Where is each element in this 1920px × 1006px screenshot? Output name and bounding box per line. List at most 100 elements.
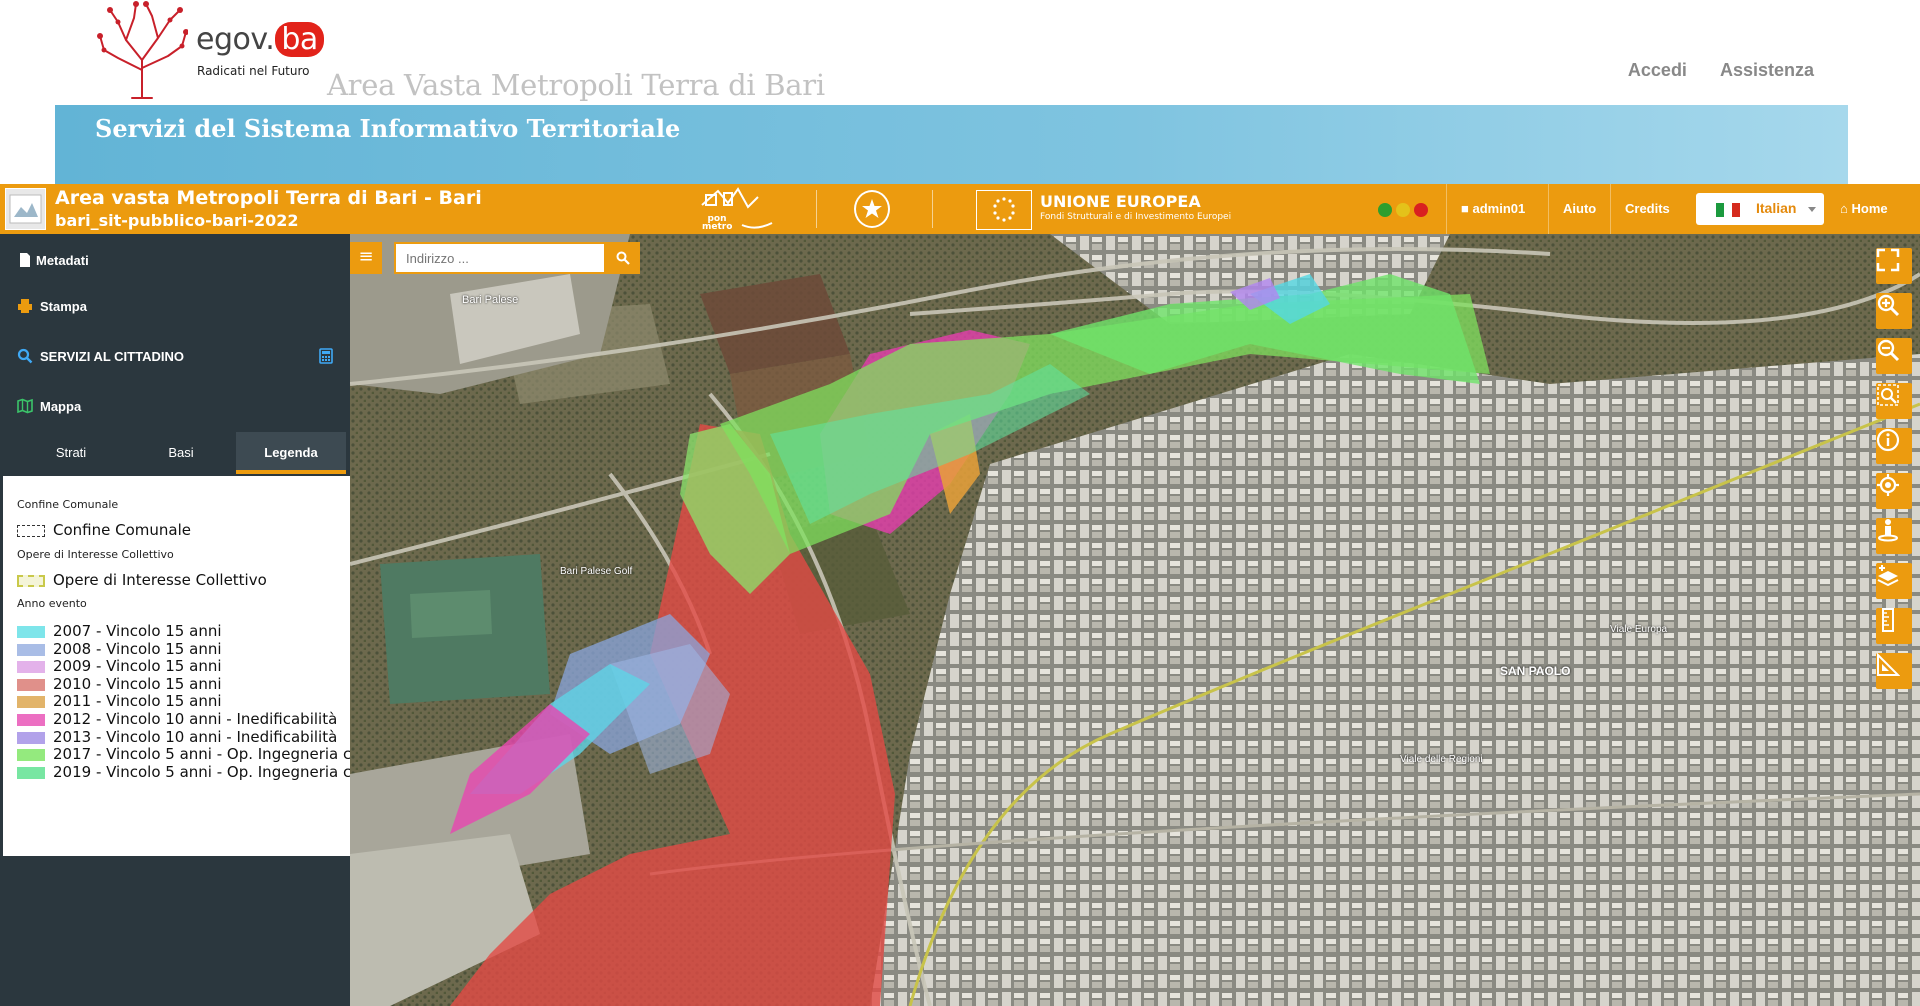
info-button[interactable]: [1876, 428, 1912, 464]
map-label-viale-europa: Viale Europa: [1610, 624, 1668, 635]
panel-tabs: Strati Basi Legenda: [0, 432, 350, 474]
legend-swatch: [17, 731, 45, 744]
legend-swatch: [17, 661, 45, 674]
sidebar-item-metadata[interactable]: Metadati: [0, 240, 350, 280]
map-icon: [17, 398, 33, 414]
login-link[interactable]: Accedi: [1628, 60, 1687, 80]
zoom-in-button[interactable]: [1876, 293, 1912, 329]
legend-section-title: Anno evento: [17, 597, 87, 610]
map-tools: [1876, 248, 1912, 698]
legend-item-label: 2017 - Vincolo 5 anni - Op. Ingegneria c: [53, 745, 350, 764]
tab-legend[interactable]: Legenda: [236, 432, 346, 474]
measure-area-icon: [1877, 653, 1900, 676]
search-button[interactable]: [606, 242, 640, 274]
eu-title: UNIONE EUROPEA: [1040, 192, 1201, 211]
separator: [932, 190, 933, 228]
address-search-input[interactable]: [394, 242, 606, 274]
status-green-icon[interactable]: [1378, 203, 1392, 217]
help-link[interactable]: Aiuto: [1548, 184, 1610, 234]
sidebar-item-label: Metadati: [36, 253, 89, 268]
zoom-out-button[interactable]: [1876, 338, 1912, 374]
tab-basemaps[interactable]: Basi: [126, 432, 236, 474]
tab-layers[interactable]: Strati: [16, 432, 126, 474]
region-title: Area Vasta Metropoli Terra di Bari: [327, 68, 825, 102]
print-icon: [18, 299, 32, 313]
add-layer-button[interactable]: [1876, 563, 1912, 599]
eu-subtitle: Fondi Strutturali e di Investimento Euro…: [1040, 212, 1232, 222]
sidebar-item-map[interactable]: Mappa: [0, 386, 350, 426]
legend-item-label: 2019 - Vincolo 5 anni - Op. Ingegneria c: [53, 762, 350, 781]
language-select[interactable]: Italian: [1696, 193, 1824, 225]
legend-swatch: [17, 643, 45, 656]
search-icon: [616, 251, 630, 265]
legend-item-label: 2007 - Vincolo 15 anni: [53, 622, 222, 640]
sidebar-item-label: SERVIZI AL CITTADINO: [40, 349, 184, 364]
egov-tree-logo: [97, 1, 188, 99]
legend-swatch: [17, 678, 45, 691]
services-banner: Servizi del Sistema Informativo Territor…: [55, 105, 1848, 184]
status-red-icon[interactable]: [1414, 203, 1428, 217]
app-title: Area vasta Metropoli Terra di Bari - Bar…: [55, 187, 482, 209]
locate-button[interactable]: [1876, 473, 1912, 509]
sidebar: Metadati Stampa SERVIZI AL CITTADINO Map…: [0, 234, 350, 1006]
streetview-icon: [1878, 519, 1898, 542]
map-label-san-paolo: SAN PAOLO: [1500, 664, 1571, 678]
measure-area-button[interactable]: [1876, 653, 1912, 689]
user-icon: ■: [1461, 201, 1469, 216]
pon-metro-label: pon metro: [702, 214, 733, 232]
app-thumbnail: [5, 188, 46, 230]
calculator-icon[interactable]: [318, 348, 334, 364]
assistance-link[interactable]: Assistenza: [1720, 60, 1814, 80]
legend-section-title: Opere di Interesse Collettivo: [17, 548, 174, 561]
legend-panel: Confine Comunale Confine Comunale Opere …: [3, 476, 350, 856]
streetview-button[interactable]: [1876, 518, 1912, 554]
legend-swatch: [17, 626, 45, 638]
eu-flag-icon: [976, 190, 1032, 230]
sidebar-item-citizen-services[interactable]: SERVIZI AL CITTADINO: [0, 336, 350, 376]
sidebar-item-label: Mappa: [40, 399, 82, 414]
legend-item-label: 2012 - Vincolo 10 anni - Inedificabilità: [53, 710, 338, 728]
legend-swatch: [17, 766, 45, 779]
menu-toggle-button[interactable]: ≡: [350, 242, 382, 274]
chevron-down-icon: [1808, 207, 1816, 212]
legend-item-label: 2011 - Vincolo 15 anni: [53, 692, 222, 711]
measure-length-button[interactable]: [1876, 608, 1912, 644]
legend-section-title: Confine Comunale: [17, 498, 119, 511]
hamburger-icon: ≡: [358, 246, 374, 267]
satellite-basemap: [350, 234, 1920, 1006]
sidebar-item-print[interactable]: Stampa: [0, 286, 350, 326]
layers-add-icon: [1877, 565, 1899, 587]
legend-swatch: [17, 575, 45, 587]
locate-icon: [1877, 474, 1899, 496]
zoom-extent-icon: [1877, 384, 1899, 406]
home-icon: ⌂: [1840, 201, 1848, 216]
legend-item-label: 2009 - Vincolo 15 anni: [53, 657, 222, 676]
zoom-out-icon: [1877, 339, 1900, 362]
zoom-extent-button[interactable]: [1876, 383, 1912, 419]
legend-swatch: [17, 749, 45, 762]
user-name: admin01: [1472, 201, 1526, 216]
legend-item-label: 2008 - Vincolo 15 anni: [53, 639, 222, 658]
map-canvas[interactable]: Bari Palese Bari Palese Golf SAN PAOLO V…: [350, 234, 1920, 1006]
banner-title: Servizi del Sistema Informativo Territor…: [95, 114, 681, 143]
map-label-airport: Bari Palese: [462, 294, 519, 306]
fullscreen-button[interactable]: [1876, 248, 1912, 284]
credits-link[interactable]: Credits: [1610, 184, 1686, 234]
legend-swatch: [17, 696, 45, 709]
italian-flag-icon: [1716, 203, 1740, 217]
search-icon: [17, 348, 33, 364]
app-toolbar: Area vasta Metropoli Terra di Bari - Bar…: [0, 184, 1920, 234]
site-header: egov. ba Radicati nel Futuro Area Vasta M…: [0, 0, 1920, 184]
status-yellow-icon[interactable]: [1396, 203, 1410, 217]
legend-swatch: [17, 714, 45, 726]
sidebar-item-label: Stampa: [40, 299, 87, 314]
zoom-in-icon: [1877, 294, 1900, 317]
egov-logo-text: egov. ba: [196, 22, 324, 57]
separator: [816, 190, 817, 228]
app-subtitle: bari_sit-pubblico-bari-2022: [55, 211, 299, 230]
top-links: Accedi Assistenza: [1600, 60, 1814, 81]
user-menu[interactable]: ■ admin01: [1446, 184, 1548, 234]
home-link[interactable]: ⌂ Home: [1826, 184, 1920, 234]
legend-item-label: 2010 - Vincolo 15 anni: [53, 674, 222, 693]
italian-emblem-icon: [854, 190, 890, 228]
